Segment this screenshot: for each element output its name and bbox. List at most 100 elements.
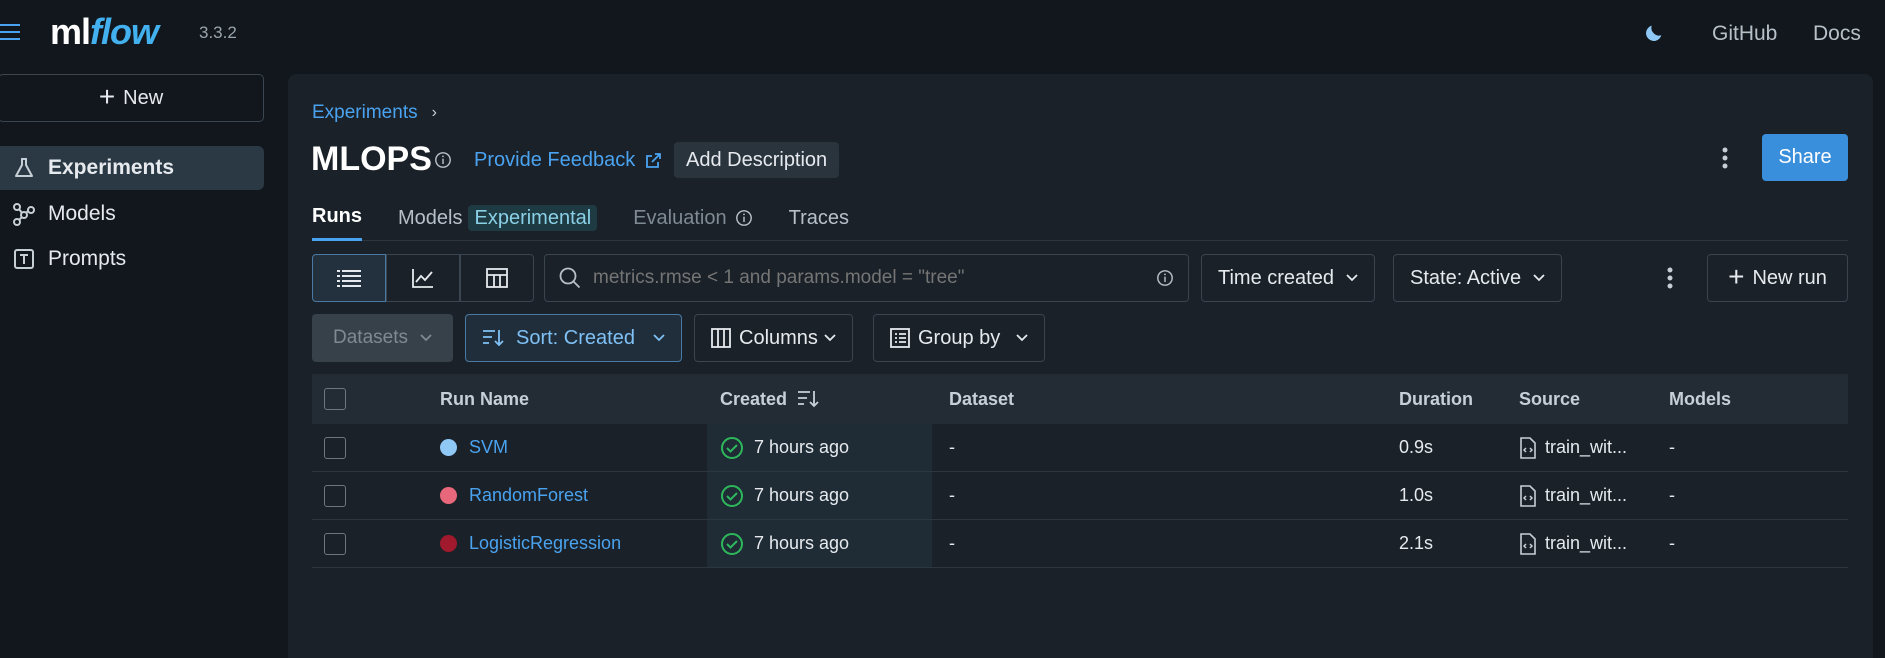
datasets-dropdown: Datasets [312,314,453,362]
duration-cell: 0.9s [1399,437,1434,457]
run-name-cell: RandomForest [440,485,588,506]
logo-text-flow: flow [90,11,159,52]
check-circle-icon [720,532,744,556]
dataset-cell: - [949,437,955,457]
sort-dropdown[interactable]: Sort: Created [465,314,682,362]
run-name-cell: SVM [440,437,508,458]
info-icon[interactable] [1156,269,1174,287]
sidebar-item-prompts[interactable]: Prompts [0,237,264,281]
view-mode-toggle [312,254,534,302]
columns-dropdown[interactable]: Columns [694,314,853,362]
run-color-dot [440,439,457,456]
table-icon [486,268,508,288]
created-value: 7 hours ago [754,533,850,553]
source-cell[interactable]: train_wit... [1519,532,1627,555]
column-header-label: Created [720,388,788,409]
sidebar-item-models[interactable]: Models [0,192,264,236]
models-cell: - [1669,485,1675,505]
flask-icon [12,156,36,180]
new-button[interactable]: + New [0,74,264,122]
page-title: MLOPS [311,140,432,178]
github-link[interactable]: GitHub [1712,22,1777,46]
plus-icon: + [1728,260,1745,292]
dropdown-label: Sort: Created [516,326,635,349]
select-all-checkbox[interactable] [324,388,346,410]
row-checkbox[interactable] [324,532,346,555]
tab-evaluation[interactable]: Evaluation [633,207,752,240]
state-dropdown[interactable]: State: Active [1393,254,1563,302]
time-created-dropdown[interactable]: Time created [1201,254,1375,302]
row-checkbox[interactable] [324,484,346,507]
external-link-icon [643,151,663,171]
chevron-down-icon [420,334,432,342]
source-cell[interactable]: train_wit... [1519,484,1628,507]
source-cell[interactable]: train_wit... [1519,436,1628,459]
sidebar-item-experiments[interactable]: Experiments [0,146,264,190]
column-header-dataset[interactable]: Dataset [949,389,1014,410]
new-run-button[interactable]: + New run [1707,254,1848,302]
chevron-down-icon [1533,274,1545,282]
info-icon[interactable] [434,151,452,169]
tab-runs[interactable]: Runs [312,205,362,241]
tabs: Runs Models Experimental Evaluation Trace… [312,204,885,241]
group-by-icon [890,328,910,348]
breadcrumb-experiments[interactable]: Experiments [312,102,418,124]
more-options-icon[interactable] [1722,146,1728,170]
run-link[interactable]: RandomForest [469,485,588,506]
new-button-label: New [123,86,164,109]
table-view-button[interactable] [460,254,534,302]
docs-link[interactable]: Docs [1813,22,1861,46]
moon-icon[interactable] [1643,22,1665,44]
sidebar-item-label: Models [48,202,116,225]
check-circle-icon [720,484,744,508]
group-by-dropdown[interactable]: Group by [873,314,1046,362]
created-cell: 7 hours ago [707,520,932,567]
duration-cell: 2.1s [1399,533,1434,553]
tab-label: Traces [788,206,849,229]
new-run-label: New run [1752,266,1827,289]
sidebar-item-label: Experiments [48,156,175,179]
models-cell: - [1669,533,1675,553]
share-button[interactable]: Share [1762,134,1848,181]
dropdown-label: Columns [739,326,818,349]
tab-label: Runs [312,205,362,227]
row-checkbox[interactable] [324,436,346,459]
dataset-cell: - [949,533,955,553]
column-header-duration[interactable]: Duration [1399,389,1473,410]
models-cell: - [1669,437,1675,457]
feedback-label: Provide Feedback [474,149,636,171]
column-header-models[interactable]: Models [1669,389,1731,410]
tab-traces[interactable]: Traces [789,207,849,240]
chart-view-button[interactable] [386,254,460,302]
column-header-run-name[interactable]: Run Name [440,389,529,410]
sort-icon [482,328,504,348]
chevron-down-icon [1346,274,1358,282]
line-chart-icon [412,268,434,288]
provide-feedback-link[interactable]: Provide Feedback [474,149,663,172]
created-value: 7 hours ago [754,437,850,457]
run-link[interactable]: LogisticRegression [469,533,621,554]
more-options-icon[interactable] [1667,267,1673,289]
breadcrumb: Experiments › [312,102,437,124]
column-header-source[interactable]: Source [1519,389,1580,410]
column-header-created[interactable]: Created [707,374,932,424]
add-description-button[interactable]: Add Description [674,142,840,178]
search-input[interactable] [593,267,1144,289]
info-icon [735,209,753,227]
run-color-dot [440,487,457,504]
search-box[interactable] [544,254,1189,302]
run-link[interactable]: SVM [469,437,508,458]
columns-icon [711,328,731,348]
tab-models[interactable]: Models Experimental [398,204,598,240]
mlflow-logo[interactable]: ml flow [50,4,159,60]
sidebar-item-label: Prompts [48,247,127,270]
code-file-icon [1519,436,1537,459]
chevron-down-icon [653,334,665,342]
source-value: train_wit... [1545,437,1628,457]
source-value: train_wit... [1545,485,1628,505]
chevron-down-icon [1016,334,1028,342]
list-view-button[interactable] [312,254,386,302]
breadcrumb-separator: › [431,104,437,121]
menu-icon[interactable] [0,22,22,42]
models-icon [12,202,36,226]
